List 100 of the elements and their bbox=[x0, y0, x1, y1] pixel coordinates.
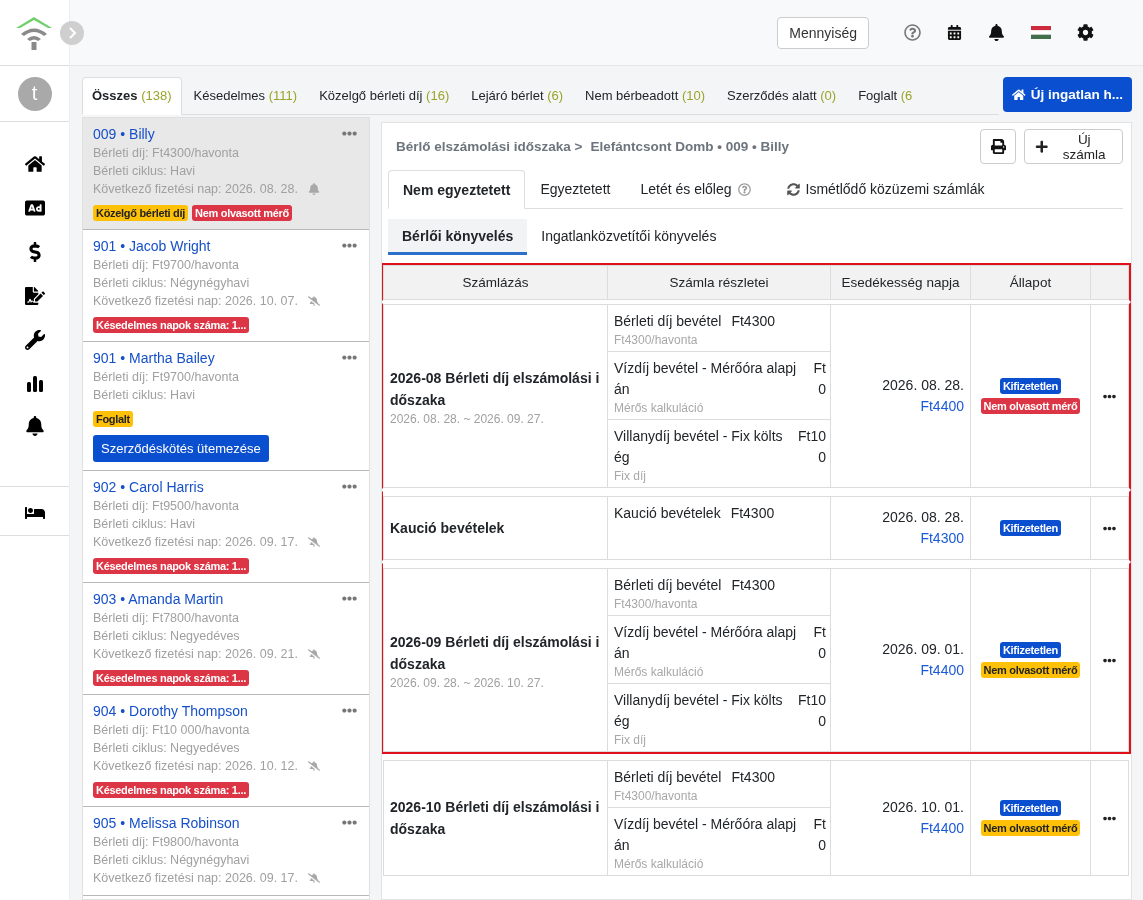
charge-note: Ft4300/havonta bbox=[614, 789, 699, 803]
rent-text: Bérleti díj: Ft10 000/havonta bbox=[93, 722, 250, 739]
billing-period: 2026. 09. 28. ~ 2026. 10. 27. bbox=[390, 675, 545, 690]
charge-name: Villanydíj bevétel - Fix költség bbox=[614, 427, 784, 467]
billing-title: 2026-08 Bérleti díj elszámolási időszaka bbox=[390, 368, 601, 410]
billing-period: 2026. 08. 28. ~ 2026. 09. 27. bbox=[390, 411, 545, 426]
printer-icon bbox=[990, 139, 1006, 154]
invoice-tab[interactable]: Nem egyeztetett bbox=[388, 170, 526, 209]
cycle-text: Bérleti ciklus: Négynégyhavi bbox=[93, 852, 250, 869]
schedule-contract-button[interactable]: Szerződéskötés ütemezése bbox=[93, 435, 269, 462]
tenant-name[interactable]: 901 • Martha Bailey bbox=[93, 350, 359, 366]
column-header-blank bbox=[1091, 266, 1128, 299]
filter-tab[interactable]: Lejáró bérlet (6) bbox=[461, 77, 573, 114]
due-amount: Ft4300 bbox=[920, 529, 964, 548]
billing-title: Kaució bevételek bbox=[390, 519, 506, 538]
charge-note: Mérős kalkuláció bbox=[614, 401, 705, 415]
ledger-tab[interactable]: Bérlői könyvelés bbox=[388, 219, 528, 255]
rent-text: Bérleti díj: Ft4300/havonta bbox=[93, 145, 239, 162]
status-tag: Késedelmes napok száma: 1... bbox=[93, 670, 249, 686]
status-tag: Késedelmes napok száma: 1... bbox=[93, 558, 249, 574]
status-badge: Kifizetetlen bbox=[999, 800, 1062, 816]
status-tag: Késedelmes napok száma: 1... bbox=[93, 317, 249, 333]
signed-document-icon[interactable] bbox=[24, 286, 45, 306]
due-amount: Ft4400 bbox=[920, 819, 964, 838]
due-amount: Ft4400 bbox=[920, 661, 964, 680]
charge-amount: Ft0 bbox=[812, 359, 826, 399]
new-property-button[interactable]: Új ingatlan h... bbox=[1003, 77, 1132, 112]
home-icon[interactable] bbox=[24, 154, 45, 174]
cycle-text: Bérleti ciklus: Havi bbox=[93, 387, 196, 404]
tenant-name[interactable]: 904 • Dorothy Thompson bbox=[93, 703, 359, 719]
filter-tab[interactable]: Szerződés alatt (0) bbox=[717, 77, 847, 114]
wrench-icon[interactable] bbox=[24, 330, 45, 350]
status-badge: Nem olvasott mérő bbox=[980, 662, 1081, 678]
notification-bell-icon[interactable] bbox=[24, 416, 45, 436]
bar-chart-icon[interactable] bbox=[25, 374, 44, 392]
plus-icon bbox=[1035, 139, 1049, 154]
status-tag: Foglalt bbox=[93, 411, 133, 427]
charge-amount: Ft0 bbox=[812, 623, 826, 663]
home-icon bbox=[1012, 87, 1026, 102]
ledger-tab[interactable]: Ingatlanközvetítői könyvelés bbox=[527, 219, 731, 255]
breadcrumb-item[interactable]: Elefántcsont Domb • 009 • Billy bbox=[590, 139, 789, 154]
invoice-tab[interactable]: Ismétlődő közüzemi számlák bbox=[768, 170, 1000, 208]
filter-tab[interactable]: Nem bérbeadott (10) bbox=[575, 77, 715, 114]
ad-icon[interactable] bbox=[24, 198, 45, 218]
charge-amount: Ft4300 bbox=[731, 768, 775, 787]
tenant-name[interactable]: 009 • Billy bbox=[93, 126, 359, 142]
cycle-text: Bérleti ciklus: Negyedéves bbox=[93, 740, 240, 757]
rent-text: Bérleti díj: Ft9800/havonta bbox=[93, 834, 239, 851]
tenant-card[interactable]: 009 • Billy Bérleti díj: Ft4300/havonta Bérleti ciklus: Havi Következő fizetési nap: 2026. 08. 28. Közelgő bérleti díj Nem olvasott mérő bbox=[83, 118, 369, 230]
help-icon bbox=[737, 182, 751, 196]
tenant-name[interactable]: 905 • Melissa Robinson bbox=[93, 815, 359, 831]
filter-tab[interactable]: Összes (138) bbox=[82, 77, 182, 115]
tenant-name[interactable]: 901 • Jacob Wright bbox=[93, 238, 359, 254]
charge-note: Mérős kalkuláció bbox=[614, 665, 705, 679]
cycle-text: Bérleti ciklus: Negyedéves bbox=[93, 628, 240, 645]
print-button[interactable] bbox=[980, 129, 1016, 164]
due-date: 2026. 10. 01. bbox=[882, 798, 964, 817]
next-payment-text: Következő fizetési nap: 2026. 10. 12. bbox=[93, 758, 298, 775]
filter-tab[interactable]: Késedelmes (111) bbox=[183, 77, 308, 114]
flag-icon[interactable] bbox=[1031, 26, 1051, 39]
charge-note: Ft4300/havonta bbox=[614, 597, 699, 611]
quantity-button[interactable]: Mennyiség bbox=[777, 16, 869, 49]
status-tag: Nem olvasott mérő bbox=[192, 205, 292, 221]
charge-note: Mérős kalkuláció bbox=[614, 857, 705, 871]
charge-name: Vízdíj bevétel - Mérőóra alapján bbox=[614, 623, 798, 663]
charge-amount: Ft100 bbox=[797, 691, 826, 731]
rent-text: Bérleti díj: Ft9700/havonta bbox=[93, 369, 239, 386]
settings-icon[interactable] bbox=[1077, 24, 1094, 41]
rent-text: Bérleti díj: Ft9500/havonta bbox=[93, 498, 239, 515]
tenant-name[interactable]: 902 • Carol Harris bbox=[93, 479, 359, 495]
filter-tab[interactable]: Közelgő bérleti díj (16) bbox=[309, 77, 460, 114]
status-tag: Közelgő bérleti díj bbox=[93, 205, 189, 221]
charge-name: Villanydíj bevétel - Fix költség bbox=[614, 691, 784, 731]
filter-tab[interactable]: Foglalt (6 bbox=[848, 77, 923, 114]
due-amount: Ft4400 bbox=[920, 397, 964, 416]
charge-note: Ft4300/havonta bbox=[614, 333, 699, 347]
due-date: 2026. 08. 28. bbox=[882, 508, 964, 527]
calendar-icon[interactable] bbox=[947, 25, 962, 40]
charge-note: Fix díj bbox=[614, 733, 647, 747]
charge-amount: Ft4300 bbox=[731, 576, 775, 595]
status-badge: Kifizetetlen bbox=[999, 520, 1062, 536]
tenant-name[interactable]: 903 • Amanda Martin bbox=[93, 591, 359, 607]
next-payment-text: Következő fizetési nap: 2026. 09. 17. bbox=[93, 870, 298, 887]
new-invoice-button[interactable]: Új számla bbox=[1024, 129, 1123, 164]
next-payment-text: Következő fizetési nap: 2026. 10. 07. bbox=[93, 293, 298, 310]
charge-name: Vízdíj bevétel - Mérőóra alapján bbox=[614, 359, 798, 399]
next-payment-text: Következő fizetési nap: 2026. 08. 28. bbox=[93, 181, 298, 198]
status-badge: Nem olvasott mérő bbox=[980, 398, 1081, 414]
notification-bell-icon[interactable] bbox=[988, 24, 1005, 41]
status-tag: Késedelmes napok száma: 1... bbox=[93, 782, 249, 798]
charge-name: Kaució bevételek bbox=[614, 504, 721, 523]
status-badge: Nem olvasott mérő bbox=[980, 820, 1081, 836]
billing-title: 2026-09 Bérleti díj elszámolási időszaka bbox=[390, 632, 601, 674]
invoice-tab[interactable]: Letét és előleg bbox=[625, 170, 769, 208]
charge-name: Bérleti díj bevétel bbox=[614, 312, 722, 331]
help-icon[interactable] bbox=[904, 24, 921, 41]
column-header: Állapot bbox=[971, 266, 1091, 299]
breadcrumb-item[interactable]: Bérlő elszámolási időszaka > bbox=[396, 139, 583, 154]
refresh-icon bbox=[786, 182, 800, 196]
invoice-tab[interactable]: Egyeztetett bbox=[525, 170, 626, 208]
